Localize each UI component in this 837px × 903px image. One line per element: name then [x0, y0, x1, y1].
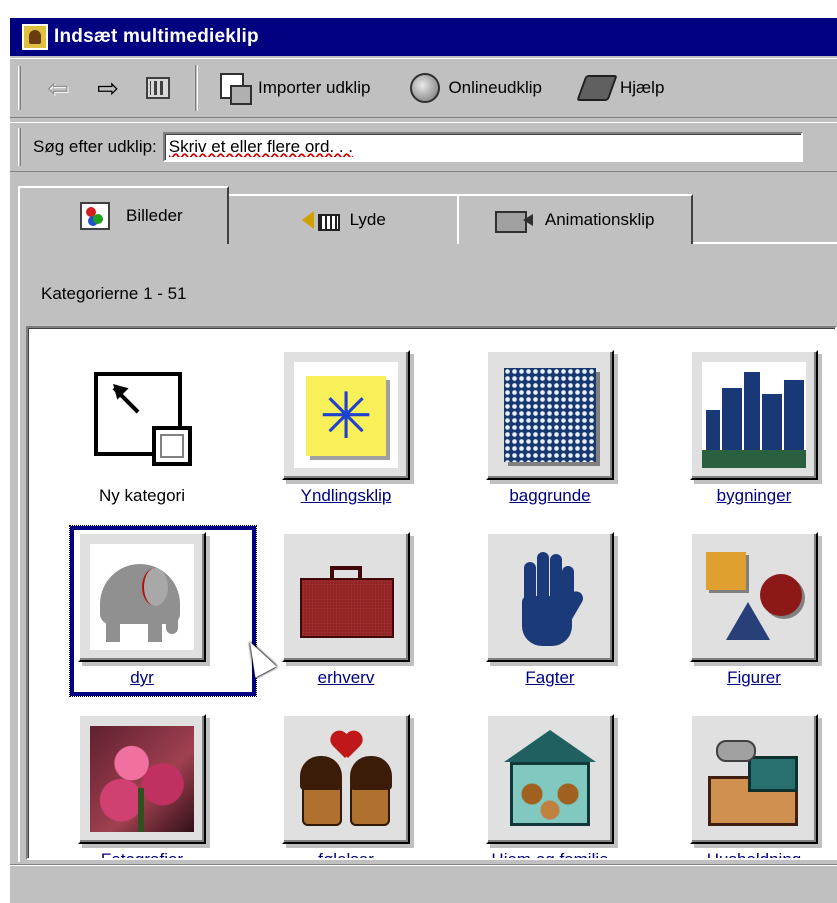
- star-icon: ✳: [294, 362, 398, 468]
- category-label: Fagter: [525, 668, 575, 687]
- elephant-icon: [90, 544, 194, 650]
- category-new[interactable]: Ny kategori: [48, 350, 208, 520]
- briefcase-icon: [294, 544, 398, 650]
- grid-view-icon: [141, 73, 175, 103]
- tulip-photo-icon: [90, 726, 194, 832]
- category-photographs[interactable]: Fotografier: [48, 714, 208, 858]
- buildings-icon: [702, 362, 806, 468]
- pictures-icon: [76, 202, 114, 230]
- import-label: Importer udklip: [258, 78, 371, 97]
- help-button[interactable]: Hjælp: [572, 66, 672, 110]
- category-shapes[interactable]: Figurer: [660, 532, 820, 702]
- back-arrow-icon: ⇦: [47, 73, 69, 103]
- category-grid: Ny kategori ✳ Yndlingsklip baggrunde byg…: [26, 326, 837, 860]
- hand-icon: [498, 544, 602, 650]
- category-label: Hjem og familie: [491, 850, 609, 860]
- category-home-family[interactable]: Hjem og familie: [456, 714, 616, 858]
- category-backgrounds[interactable]: baggrunde: [456, 350, 616, 520]
- category-buildings[interactable]: bygninger: [660, 350, 820, 520]
- toolbar: ⇦ ⇨ Importer udklip Onlineudklip Hjælp: [10, 58, 837, 118]
- searchbar-grip[interactable]: [18, 128, 21, 166]
- category-label: Ny kategori: [99, 486, 185, 505]
- online-label: Onlineudklip: [448, 78, 542, 97]
- category-label: bygninger: [716, 486, 792, 505]
- search-label: Søg efter udklip:: [33, 137, 157, 156]
- category-household[interactable]: Husholdning: [660, 714, 820, 858]
- category-label: baggrunde: [509, 486, 591, 505]
- category-emotions[interactable]: følelser: [252, 714, 412, 858]
- category-range-label: Kategorierne 1 - 51: [41, 284, 187, 303]
- category-label: Figurer: [727, 668, 781, 687]
- tab-animations[interactable]: Animationsklip: [456, 194, 693, 244]
- new-category-icon: [88, 360, 192, 466]
- tab-sounds[interactable]: Lyde: [226, 194, 459, 244]
- title-bar[interactable]: Indsæt multimedieklip: [10, 18, 837, 56]
- view-button[interactable]: [133, 66, 183, 110]
- tab-label: Animationsklip: [544, 210, 655, 229]
- kitchen-icon: [702, 726, 806, 832]
- dot-pattern-icon: [498, 362, 602, 468]
- shapes-icon: [702, 544, 806, 650]
- house-family-icon: [498, 726, 602, 832]
- help-book-icon: [576, 73, 618, 103]
- couple-heart-icon: [294, 726, 398, 832]
- online-clips-button[interactable]: Onlineudklip: [400, 66, 550, 110]
- category-label: dyr: [130, 668, 154, 687]
- animation-icon: [494, 206, 533, 234]
- toolbar-grip[interactable]: [18, 66, 21, 110]
- tab-label: Billeder: [126, 206, 183, 225]
- forward-button[interactable]: ⇨: [83, 66, 133, 110]
- sounds-icon: [300, 206, 340, 234]
- category-favorites[interactable]: ✳ Yndlingsklip: [252, 350, 412, 520]
- back-button[interactable]: ⇦: [33, 66, 83, 110]
- import-icon: [218, 73, 252, 105]
- toolbar-separator: [195, 65, 198, 111]
- tab-label: Lyde: [349, 210, 386, 229]
- category-label: Fotografier: [100, 850, 184, 860]
- category-label: erhverv: [317, 668, 375, 687]
- help-label: Hjælp: [620, 78, 665, 97]
- category-label: følelser: [318, 850, 374, 860]
- search-input[interactable]: [162, 132, 803, 162]
- import-clips-button[interactable]: Importer udklip: [210, 66, 378, 110]
- category-label: Husholdning: [706, 850, 802, 860]
- forward-arrow-icon: ⇨: [97, 73, 119, 103]
- category-animals[interactable]: dyr: [48, 525, 257, 702]
- clip-gallery-window: Indsæt multimedieklip ⇦ ⇨ Importer udkli…: [10, 18, 837, 903]
- tab-strip: Billeder Lyde Animationsklip: [18, 186, 693, 244]
- tab-pictures[interactable]: Billeder: [18, 186, 229, 244]
- category-gestures[interactable]: Fagter: [456, 532, 616, 702]
- app-icon: [22, 24, 48, 50]
- status-bar: [10, 864, 837, 903]
- window-title: Indsæt multimedieklip: [54, 26, 259, 47]
- category-business[interactable]: erhverv: [252, 532, 412, 702]
- globe-icon: [408, 73, 442, 103]
- category-label: Yndlingsklip: [300, 486, 392, 505]
- search-bar: Søg efter udklip:: [10, 122, 837, 172]
